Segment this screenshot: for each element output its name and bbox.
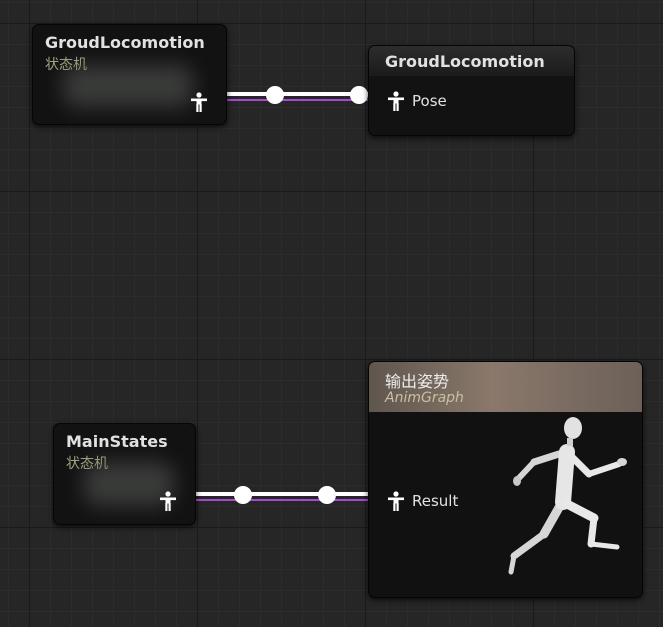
pose-node-groudlocomotion[interactable]: GroudLocomotion Pose (368, 45, 575, 136)
node-title: MainStates (66, 432, 168, 451)
state-machine-node-mainstates[interactable]: MainStates 状态机 (53, 423, 196, 525)
node-title: 输出姿势 (385, 372, 450, 391)
pose-input-pin-icon[interactable] (388, 91, 404, 111)
output-pose-node[interactable]: 输出姿势 AnimGraph Result (368, 361, 643, 598)
wire-bubble (234, 486, 252, 504)
node-title: GroudLocomotion (45, 33, 205, 52)
node-subtitle: AnimGraph (385, 390, 464, 406)
wire-bubble (266, 86, 284, 104)
node-title: GroudLocomotion (385, 52, 545, 71)
wire-mainstates[interactable] (180, 486, 384, 504)
wire-bubble (350, 86, 368, 104)
state-machine-node-groudlocomotion[interactable]: GroudLocomotion 状态机 (32, 24, 227, 125)
wire-groudlocomotion[interactable] (210, 86, 384, 104)
result-input-pin-icon[interactable] (388, 491, 404, 511)
node-preview-blur (63, 65, 193, 107)
pose-output-pin-icon[interactable] (191, 92, 207, 112)
pose-pin-label: Pose (412, 92, 447, 110)
wire-bubble (318, 486, 336, 504)
running-mannequin-icon (508, 417, 627, 575)
result-pin-label: Result (412, 492, 459, 510)
pose-output-pin-icon[interactable] (160, 491, 176, 511)
